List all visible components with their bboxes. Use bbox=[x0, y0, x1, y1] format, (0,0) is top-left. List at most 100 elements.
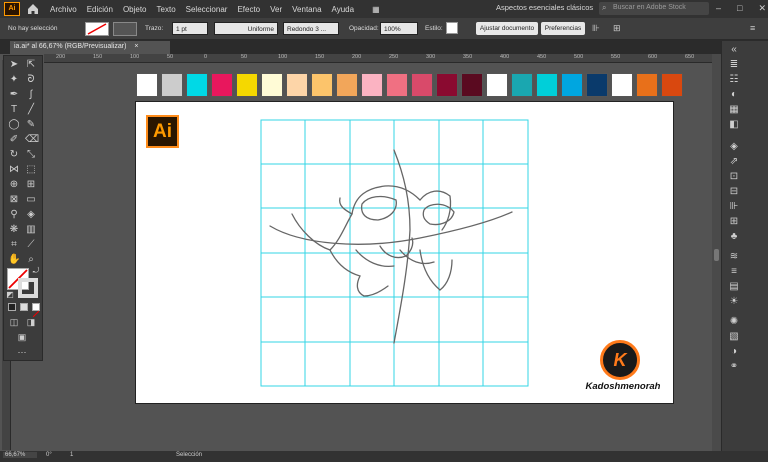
home-icon[interactable] bbox=[26, 2, 40, 16]
menu-texto[interactable]: Texto bbox=[157, 5, 176, 14]
color-swatch[interactable] bbox=[311, 73, 333, 97]
drawing-modes-icon[interactable]: ◨ bbox=[25, 316, 37, 328]
eyedropper-tool-icon[interactable]: ⚲ bbox=[8, 209, 20, 221]
eraser-tool-icon[interactable]: ⌫ bbox=[25, 134, 39, 146]
color-swatch[interactable] bbox=[561, 73, 583, 97]
align-icon[interactable]: ⊪ bbox=[592, 22, 600, 35]
sun-icon[interactable]: ☀ bbox=[728, 296, 740, 308]
graphic-styles-icon[interactable]: ▧ bbox=[728, 331, 740, 343]
fill-swatch[interactable] bbox=[85, 22, 109, 36]
menu-ventana[interactable]: Ventana bbox=[292, 5, 321, 14]
shaper-tool-icon[interactable]: ✐ bbox=[8, 134, 20, 146]
graph-tool-icon[interactable]: ▥ bbox=[25, 224, 37, 236]
shape-builder-tool-icon[interactable]: ⊕ bbox=[8, 179, 20, 191]
workspace-switcher[interactable]: Aspectos esenciales clásicos bbox=[496, 3, 593, 12]
document-tab[interactable]: ia.ai* al 66,67% (RGB/Previsualizar) × bbox=[10, 41, 170, 54]
slice-tool-icon[interactable]: ⟋ bbox=[25, 239, 37, 251]
color-mode-icon[interactable] bbox=[8, 303, 16, 311]
stroke-weight-field[interactable]: 1 pt bbox=[172, 22, 208, 35]
horizontal-ruler[interactable]: 200 150 100 50 0 50 100 150 200 250 300 350 400 450 50… bbox=[44, 54, 714, 63]
edit-toolbar-icon[interactable]: ⋯ bbox=[16, 346, 28, 358]
color-swatch[interactable] bbox=[336, 73, 358, 97]
brushes-icon[interactable]: ≋ bbox=[728, 251, 740, 263]
perspective-grid-tool-icon[interactable]: ⊞ bbox=[25, 179, 37, 191]
style-swatch[interactable] bbox=[446, 22, 458, 34]
swap-colors-icon[interactable]: ⤾ bbox=[30, 265, 42, 277]
color-swatch[interactable] bbox=[236, 73, 258, 97]
color-swatch[interactable] bbox=[261, 73, 283, 97]
stock-search-input[interactable]: Buscar en Adobe Stock bbox=[599, 2, 709, 15]
pen-tool-icon[interactable]: ✒ bbox=[8, 89, 20, 101]
color-swatch[interactable] bbox=[636, 73, 658, 97]
close-icon[interactable]: ✕ bbox=[758, 3, 766, 14]
align-panel-icon[interactable]: ⊪ bbox=[728, 201, 740, 213]
color-swatch[interactable] bbox=[461, 73, 483, 97]
direct-selection-tool-icon[interactable]: ⇱ bbox=[25, 59, 37, 71]
line-tool-icon[interactable]: ╱ bbox=[25, 104, 37, 116]
swatches-panel-icon[interactable]: ▦ bbox=[728, 104, 740, 116]
color-guide-icon[interactable]: ◧ bbox=[728, 119, 740, 131]
transparency-icon[interactable]: ◑ bbox=[728, 346, 740, 358]
color-swatch[interactable] bbox=[661, 73, 683, 97]
panel-menu-icon[interactable]: ≡ bbox=[750, 22, 755, 35]
gradient-mode-icon[interactable] bbox=[20, 303, 28, 311]
menu-efecto[interactable]: Efecto bbox=[237, 5, 260, 14]
transform-icon[interactable]: ⊞ bbox=[613, 22, 621, 35]
screen-mode-icon[interactable]: ▣ bbox=[16, 331, 28, 343]
scroll-thumb[interactable] bbox=[714, 249, 719, 261]
magic-wand-tool-icon[interactable]: ✦ bbox=[8, 74, 20, 86]
width-tool-icon[interactable]: ⋈ bbox=[8, 164, 20, 176]
stroke-color-box[interactable] bbox=[18, 278, 38, 298]
artboard-number-field[interactable]: 1 bbox=[70, 452, 73, 458]
appearance-icon[interactable]: ✺ bbox=[728, 316, 740, 328]
symbols-icon[interactable]: ♣ bbox=[728, 231, 740, 243]
color-panel-icon[interactable]: ◐ bbox=[728, 89, 740, 101]
stroke-swatch[interactable] bbox=[113, 22, 137, 36]
zoom-field[interactable]: 66,67% bbox=[3, 452, 37, 458]
links-icon[interactable]: ⚭ bbox=[728, 361, 740, 373]
menu-seleccionar[interactable]: Seleccionar bbox=[186, 5, 228, 14]
symbol-sprayer-tool-icon[interactable]: ❋ bbox=[8, 224, 20, 236]
blend-tool-icon[interactable]: ◈ bbox=[25, 209, 37, 221]
color-swatch[interactable] bbox=[486, 73, 508, 97]
color-swatch[interactable] bbox=[286, 73, 308, 97]
draw-mode-icon[interactable]: ◫ bbox=[8, 316, 20, 328]
mesh-tool-icon[interactable]: ⊠ bbox=[8, 194, 20, 206]
color-swatch[interactable] bbox=[361, 73, 383, 97]
color-swatch[interactable] bbox=[386, 73, 408, 97]
workspace-layout-icon[interactable]: ▦ bbox=[372, 5, 380, 14]
pathfinder-icon[interactable]: ⊞ bbox=[728, 216, 740, 228]
opacity-field[interactable]: 100% bbox=[380, 22, 418, 35]
color-swatch[interactable] bbox=[436, 73, 458, 97]
menu-archivo[interactable]: Archivo bbox=[50, 5, 77, 14]
libraries-icon[interactable]: ☷ bbox=[728, 74, 740, 86]
preferences-button[interactable]: Preferencias bbox=[541, 22, 585, 35]
color-swatch[interactable] bbox=[611, 73, 633, 97]
color-swatch[interactable] bbox=[211, 73, 233, 97]
menu-ayuda[interactable]: Ayuda bbox=[332, 5, 355, 14]
minimize-icon[interactable]: – bbox=[716, 3, 721, 14]
gradient-tool-icon[interactable]: ▭ bbox=[25, 194, 37, 206]
artboard-tool-icon[interactable]: ⌗ bbox=[8, 239, 20, 251]
lasso-tool-icon[interactable]: ᘐ bbox=[25, 74, 37, 86]
hand-tool-icon[interactable]: ✋ bbox=[8, 254, 20, 266]
color-swatch[interactable] bbox=[186, 73, 208, 97]
expand-panels-icon[interactable]: « bbox=[728, 44, 740, 56]
color-swatch[interactable] bbox=[161, 73, 183, 97]
menu-objeto[interactable]: Objeto bbox=[123, 5, 147, 14]
curvature-tool-icon[interactable]: ∫ bbox=[25, 89, 37, 101]
gradient-panel-icon[interactable]: ▤ bbox=[728, 281, 740, 293]
stroke-panel-icon[interactable]: ≡ bbox=[728, 266, 740, 278]
window-controls[interactable]: – □ ✕ bbox=[716, 3, 766, 14]
scale-tool-icon[interactable]: ⤡ bbox=[25, 149, 37, 161]
rotation-field[interactable]: 0° bbox=[46, 452, 52, 458]
color-swatch[interactable] bbox=[536, 73, 558, 97]
ellipse-tool-icon[interactable]: ◯ bbox=[8, 119, 20, 131]
menu-edicion[interactable]: Edición bbox=[87, 5, 113, 14]
stroke-profile-select[interactable]: Uniforme bbox=[214, 22, 278, 35]
tab-close-icon[interactable]: × bbox=[134, 43, 138, 50]
color-swatch[interactable] bbox=[411, 73, 433, 97]
document-setup-button[interactable]: Ajustar documento bbox=[476, 22, 538, 35]
layers-icon[interactable]: ◈ bbox=[728, 141, 740, 153]
free-transform-tool-icon[interactable]: ⬚ bbox=[25, 164, 37, 176]
